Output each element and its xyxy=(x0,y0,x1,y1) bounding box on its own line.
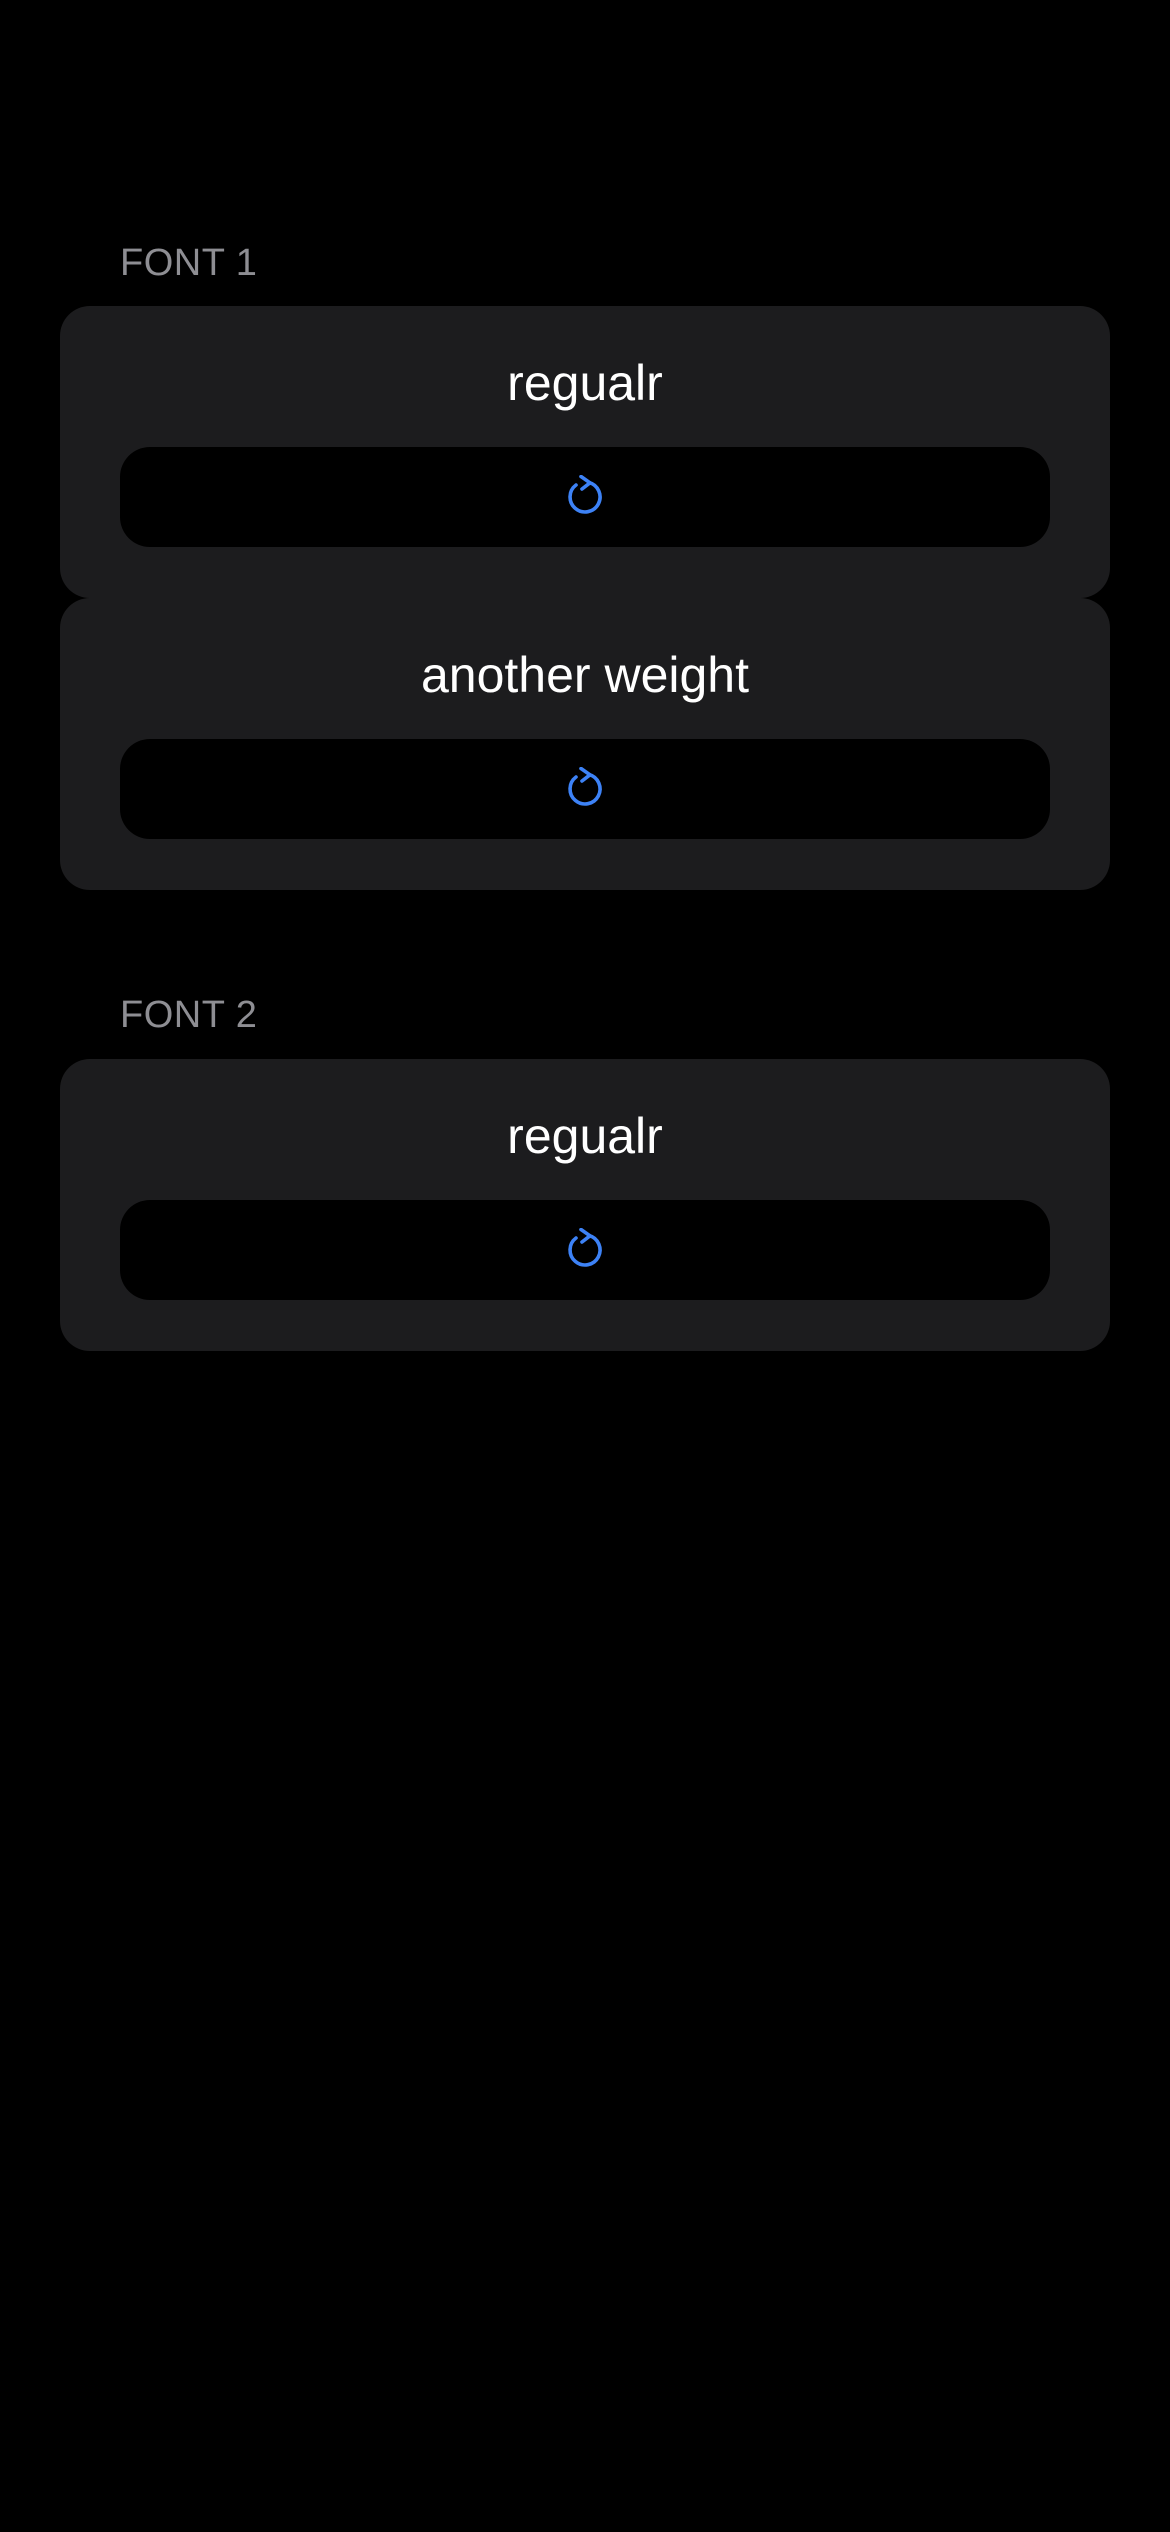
card-title: another weight xyxy=(420,647,749,703)
refresh-button[interactable] xyxy=(120,739,1050,839)
refresh-button[interactable] xyxy=(120,1200,1050,1300)
refresh-icon xyxy=(568,1228,602,1267)
card-title: regualr xyxy=(507,1108,663,1164)
font-card-regular: regualr xyxy=(60,306,1110,598)
font-card-regular: regualr xyxy=(60,1059,1110,1351)
section-header-font-1: FONT 1 xyxy=(120,242,258,284)
card-title: regualr xyxy=(507,355,663,411)
refresh-icon xyxy=(568,767,602,806)
refresh-icon xyxy=(568,475,602,514)
section-header-font-2: FONT 2 xyxy=(120,994,258,1036)
font-card-another-weight: another weight xyxy=(60,598,1110,890)
refresh-button[interactable] xyxy=(120,447,1050,547)
